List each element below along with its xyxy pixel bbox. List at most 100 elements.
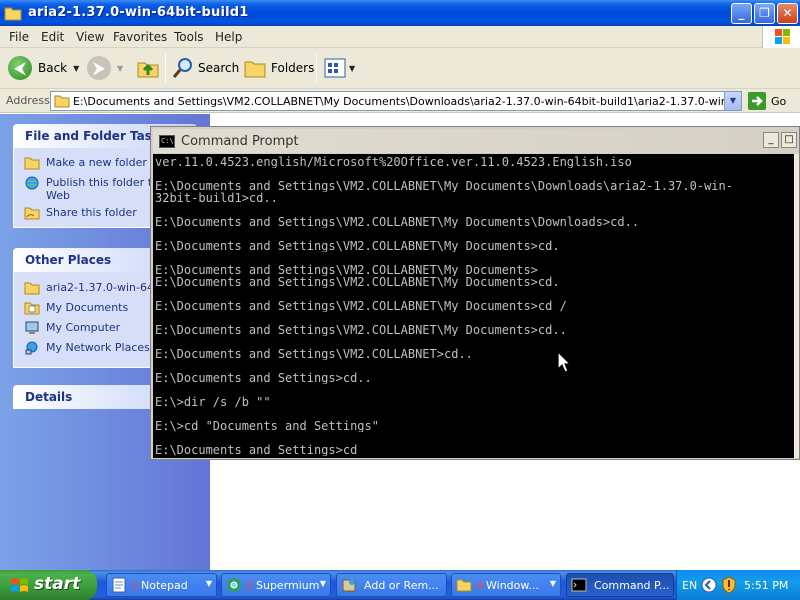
- taskbar-button-notepad[interactable]: 2 Notepad ▼: [106, 573, 217, 597]
- my-computer-link[interactable]: My Computer: [24, 321, 120, 335]
- chevron-down-icon[interactable]: ▼: [73, 64, 79, 73]
- back-arrow-icon: ⮜: [8, 56, 32, 80]
- menu-edit[interactable]: Edit: [41, 30, 64, 44]
- console-line: E:\Documents and Settings\VM2.COLLABNET\…: [155, 180, 733, 192]
- publish-folder-label: Publish this folder to Web: [46, 176, 159, 202]
- console-line: 32bit-build1>cd..: [155, 192, 278, 204]
- chevron-down-icon: ▼: [319, 579, 326, 588]
- menu-tools[interactable]: Tools: [174, 30, 204, 44]
- go-label: Go: [771, 94, 787, 108]
- security-shield-icon[interactable]: [721, 576, 737, 594]
- toolbar-separator: [316, 54, 317, 82]
- cmd-maximize-button[interactable]: □: [781, 132, 797, 148]
- console-line: E:\Documents and Settings>cd: [155, 444, 358, 456]
- new-folder-icon: [24, 157, 40, 170]
- command-prompt-window[interactable]: C:\ Command Prompt _ □ ver.11.0.4523.eng…: [150, 126, 800, 460]
- taskbar-button-add-remove[interactable]: Add or Rem...: [336, 573, 447, 597]
- windows-flag-icon: [11, 578, 28, 592]
- address-label: Address: [6, 94, 50, 107]
- forward-arrow-icon: ⮞: [87, 56, 111, 80]
- task-label: Window...: [486, 578, 539, 592]
- chevron-down-icon[interactable]: ▼: [117, 64, 123, 73]
- file-folder-tasks-title: File and Folder Tasks: [25, 129, 168, 143]
- folder-icon: [456, 579, 472, 592]
- start-label: start: [34, 574, 81, 594]
- my-documents-link[interactable]: My Documents: [24, 301, 128, 315]
- console-line: ver.11.0.4523.english/Microsoft%20Office…: [155, 156, 632, 168]
- windows-flag-icon: [775, 29, 790, 44]
- address-dropdown-button[interactable]: ▼: [724, 92, 741, 110]
- forward-button[interactable]: ⮞ ▼: [87, 54, 123, 82]
- parent-folder-label: aria2-1.37.0-win-64b: [46, 281, 161, 294]
- chevron-left-icon[interactable]: [701, 577, 717, 593]
- network-icon: [25, 341, 38, 355]
- cmd-minimize-button[interactable]: _: [763, 132, 779, 148]
- address-value: E:\Documents and Settings\VM2.COLLABNET\…: [73, 95, 742, 108]
- my-documents-label: My Documents: [46, 301, 129, 314]
- console-line: E:\Documents and Settings>cd..: [155, 372, 372, 384]
- windows-logo: [762, 26, 800, 48]
- views-button[interactable]: ▼: [324, 54, 355, 82]
- go-arrow-icon: [748, 92, 766, 110]
- taskbar-button-command-prompt[interactable]: Command P...: [566, 573, 674, 597]
- search-button[interactable]: Search: [171, 54, 239, 82]
- go-button[interactable]: Go: [748, 92, 786, 110]
- make-new-folder-link[interactable]: Make a new folder: [24, 156, 147, 170]
- task-count: 4: [476, 578, 483, 592]
- menu-file[interactable]: File: [9, 30, 29, 44]
- language-indicator[interactable]: EN: [682, 579, 697, 592]
- minimize-button[interactable]: _: [731, 3, 752, 24]
- console-line: E:\Documents and Settings\VM2.COLLABNET\…: [155, 276, 560, 288]
- add-remove-icon: [342, 579, 356, 592]
- start-button[interactable]: start: [0, 570, 97, 600]
- console-output[interactable]: ver.11.0.4523.english/Microsoft%20Office…: [153, 154, 794, 458]
- command-prompt-title-bar[interactable]: C:\ Command Prompt _ □: [153, 129, 799, 153]
- views-icon: [324, 58, 346, 78]
- cmd-scrollbar[interactable]: [794, 154, 799, 458]
- chevron-down-icon[interactable]: ▼: [349, 64, 355, 73]
- up-folder-button[interactable]: [136, 54, 160, 82]
- command-prompt-title: Command Prompt: [181, 134, 299, 149]
- address-bar: Address E:\Documents and Settings\VM2.CO…: [0, 89, 800, 113]
- console-line: E:\>cd "Documents and Settings": [155, 420, 379, 432]
- task-label: Supermium: [256, 578, 320, 592]
- notepad-icon: [112, 577, 126, 593]
- window-title-bar[interactable]: aria2-1.37.0-win-64bit-build1 _ ❐ ✕: [0, 0, 800, 26]
- share-folder-icon: [24, 207, 40, 220]
- my-network-places-label: My Network Places: [46, 341, 150, 354]
- system-tray: EN 5:51 PM: [676, 570, 800, 600]
- cmd-icon: [571, 578, 587, 592]
- back-button[interactable]: ⮜ Back ▼: [8, 54, 79, 82]
- menu-help[interactable]: Help: [215, 30, 242, 44]
- folder-icon: [54, 95, 70, 108]
- mouse-pointer-icon: [557, 351, 571, 373]
- window-title: aria2-1.37.0-win-64bit-build1: [28, 5, 249, 20]
- clock: 5:51 PM: [744, 579, 789, 592]
- taskbar-button-supermium[interactable]: 2 Supermium ▼: [221, 573, 331, 597]
- toolbar: ⮜ Back ▼ ⮞ ▼ Search Folders ▼: [0, 48, 800, 89]
- chevron-down-icon: ▼: [205, 579, 212, 588]
- folders-button[interactable]: Folders: [243, 54, 314, 82]
- up-folder-icon: [137, 62, 159, 78]
- menu-favorites[interactable]: Favorites: [113, 30, 167, 44]
- folder-icon: [4, 7, 22, 21]
- task-label: Command P...: [594, 578, 670, 592]
- make-new-folder-label: Make a new folder: [46, 156, 147, 169]
- share-folder-link[interactable]: Share this folder: [24, 206, 137, 220]
- taskbar-button-windows-explorer[interactable]: 4 Window... ▼: [451, 573, 561, 597]
- share-folder-label: Share this folder: [46, 206, 137, 219]
- menu-view[interactable]: View: [76, 30, 104, 44]
- publish-folder-link[interactable]: Publish this folder to Web: [24, 176, 164, 202]
- close-button[interactable]: ✕: [777, 3, 798, 24]
- my-network-places-link[interactable]: My Network Places: [24, 341, 150, 355]
- maximize-button[interactable]: ❐: [754, 3, 775, 24]
- computer-icon: [25, 321, 39, 334]
- address-input[interactable]: E:\Documents and Settings\VM2.COLLABNET\…: [50, 91, 742, 111]
